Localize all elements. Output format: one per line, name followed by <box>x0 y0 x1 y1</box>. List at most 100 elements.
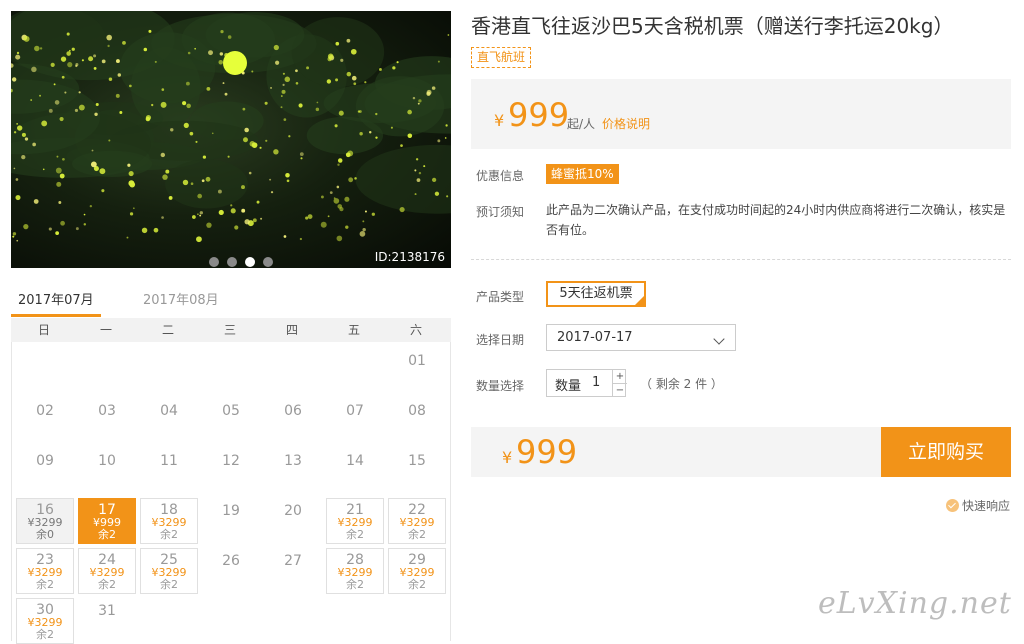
direct-flight-tag: 直飞航班 <box>471 47 532 68</box>
day-number: 31 <box>98 603 116 619</box>
tab-july[interactable]: 2017年07月 <box>18 289 94 308</box>
calendar-day-14: 14 <box>326 448 384 494</box>
quantity-field-label: 数量 <box>555 379 582 394</box>
booking-label: 预订须知 <box>476 205 525 219</box>
weekday-sun: 日 <box>37 323 50 337</box>
product-photo: ID:2138176 <box>11 11 451 268</box>
carousel-dot-3[interactable] <box>245 257 255 267</box>
carousel-dots <box>209 257 273 267</box>
calendar-day-16[interactable]: 16 ¥3299 余0 <box>16 498 74 544</box>
quantity-label: 数量选择 <box>476 379 525 393</box>
day-number: 20 <box>284 503 302 519</box>
fast-response-label: 快速响应 <box>962 499 1011 513</box>
weekday-sat: 六 <box>409 323 422 337</box>
buy-now-button[interactable]: 立即购买 <box>881 427 1011 477</box>
day-number: 22 <box>408 502 426 518</box>
carousel-dot-2[interactable] <box>227 257 237 267</box>
day-number: 19 <box>222 503 240 519</box>
day-number: 12 <box>222 453 240 469</box>
calendar-day-07: 07 <box>326 398 384 444</box>
calendar-day-06: 06 <box>264 398 322 444</box>
weekday-wed: 三 <box>223 323 236 337</box>
calendar-tabs: 2017年07月 2017年08月 <box>11 284 451 319</box>
day-number: 29 <box>408 552 426 568</box>
promo-label: 优惠信息 <box>476 169 525 183</box>
day-number: 23 <box>36 552 54 568</box>
remaining-stock: （ 剩余 2 件 ） <box>640 377 723 391</box>
day-number: 16 <box>36 502 54 518</box>
calendar-day-21[interactable]: 21 ¥3299 余2 <box>326 498 384 544</box>
calendar-day-18[interactable]: 18 ¥3299 余2 <box>140 498 198 544</box>
day-number: 01 <box>408 353 426 369</box>
calendar-day-22[interactable]: 22 ¥3299 余2 <box>388 498 446 544</box>
date-select[interactable]: 2017-07-17 <box>546 324 736 351</box>
day-number: 08 <box>408 403 426 419</box>
day-number: 25 <box>160 552 178 568</box>
day-number: 07 <box>346 403 364 419</box>
watermark: eLvXing.net <box>818 586 1012 621</box>
calendar-day-10: 10 <box>78 448 136 494</box>
calendar-day-25[interactable]: 25 ¥3299 余2 <box>140 548 198 594</box>
day-remaining: 余2 <box>36 578 54 591</box>
calendar-day-17[interactable]: 17 ¥999 余2 <box>78 498 136 544</box>
calendar-day-27: 27 <box>264 548 322 594</box>
calendar-day-12: 12 <box>202 448 260 494</box>
day-number: 11 <box>160 453 178 469</box>
calendar-day-11: 11 <box>140 448 198 494</box>
calendar-day-23[interactable]: 23 ¥3299 余2 <box>16 548 74 594</box>
day-number: 21 <box>346 502 364 518</box>
quantity-plus-button[interactable]: + <box>612 370 627 383</box>
day-remaining: 余2 <box>346 528 364 541</box>
calendar-grid: 01 02 03 04 05 06 07 08 09 10 11 12 13 14 15 16 ¥3299 余0 1… <box>11 342 451 644</box>
day-number: 26 <box>222 553 240 569</box>
day-number: 02 <box>36 403 54 419</box>
tab-august[interactable]: 2017年08月 <box>143 289 219 308</box>
fast-response: 快速响应 <box>946 497 1010 514</box>
weekday-thu: 四 <box>285 323 298 337</box>
day-remaining: 余2 <box>160 528 178 541</box>
chevron-down-icon <box>713 333 725 345</box>
quantity-minus-button[interactable]: − <box>612 383 627 397</box>
day-remaining: 余2 <box>98 528 116 541</box>
day-number: 03 <box>98 403 116 419</box>
divider <box>471 259 1011 260</box>
day-remaining: 余2 <box>346 578 364 591</box>
day-number: 04 <box>160 403 178 419</box>
day-remaining: 余2 <box>98 578 116 591</box>
calendar-day-05: 05 <box>202 398 260 444</box>
calendar-day-28[interactable]: 28 ¥3299 余2 <box>326 548 384 594</box>
date-label: 选择日期 <box>476 333 525 347</box>
active-tab-indicator <box>11 314 101 317</box>
day-number: 09 <box>36 453 54 469</box>
check-icon <box>946 499 959 512</box>
calendar-day-19: 19 <box>202 498 260 544</box>
price-value: 999 <box>508 96 570 134</box>
carousel-dot-4[interactable] <box>263 257 273 267</box>
quantity-value[interactable]: 1 <box>592 375 600 390</box>
product-type-label: 产品类型 <box>476 290 525 304</box>
total-price: 999 <box>516 433 578 471</box>
day-number: 06 <box>284 403 302 419</box>
calendar-day-13: 13 <box>264 448 322 494</box>
price-note-link[interactable]: 价格说明 <box>602 115 650 132</box>
promo-badge: 蜂蜜抵10% <box>546 164 619 184</box>
calendar-day-01: 01 <box>388 348 446 394</box>
product-type-option[interactable]: 5天往返机票 <box>546 281 646 307</box>
calendar-day-20: 20 <box>264 498 322 544</box>
calendar-day-31: 31 <box>78 598 136 644</box>
price-per-person: 起/人 <box>567 117 596 131</box>
weekday-header: 日 一 二 三 四 五 六 <box>11 318 451 342</box>
calendar-day-30[interactable]: 30 ¥3299 余2 <box>16 598 74 644</box>
carousel-dot-1[interactable] <box>209 257 219 267</box>
calendar-day-24[interactable]: 24 ¥3299 余2 <box>78 548 136 594</box>
photo-id: ID:2138176 <box>374 250 445 264</box>
weekday-tue: 二 <box>161 323 174 337</box>
calendar-day-08: 08 <box>388 398 446 444</box>
day-remaining: 余2 <box>408 528 426 541</box>
day-number: 28 <box>346 552 364 568</box>
day-number: 24 <box>98 552 116 568</box>
calendar-day-29[interactable]: 29 ¥3299 余2 <box>388 548 446 594</box>
day-number: 10 <box>98 453 116 469</box>
product-type-value: 5天往返机票 <box>559 286 633 301</box>
total-currency: ¥ <box>502 448 513 467</box>
